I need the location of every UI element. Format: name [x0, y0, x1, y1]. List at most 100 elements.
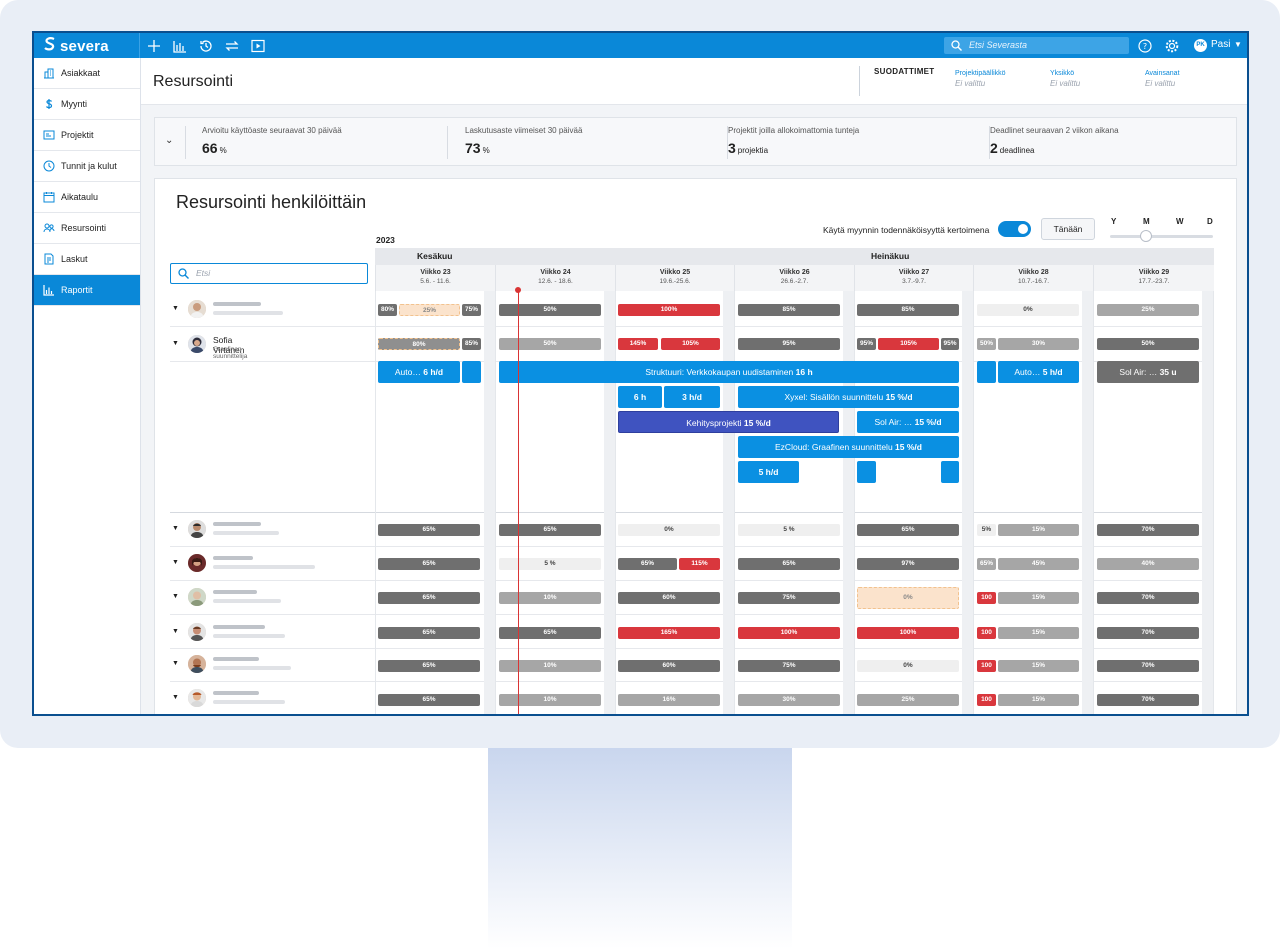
allocation-bar[interactable]: 10%	[499, 660, 601, 672]
zoom-label-y[interactable]: Y	[1111, 217, 1116, 226]
allocation-bar[interactable]: 65%	[618, 558, 677, 570]
task-block[interactable]: 3 h/d	[664, 386, 720, 408]
allocation-bar[interactable]: 65%	[738, 558, 840, 570]
allocation-bar[interactable]: 15%	[998, 694, 1079, 706]
allocation-bar[interactable]: 60%	[618, 660, 720, 672]
allocation-bar[interactable]: 95%	[941, 338, 959, 350]
zoom-label-m[interactable]: M	[1143, 217, 1150, 226]
today-button[interactable]: Tänään	[1041, 218, 1095, 240]
allocation-bar[interactable]: 65%	[378, 524, 480, 536]
task-block[interactable]: EzCloud: Graafinen suunnittelu 15 %/d	[738, 436, 959, 458]
task-block[interactable]: Auto… 6 h/d	[378, 361, 460, 383]
week-header[interactable]: Viikko 24 12.6. - 18.6.	[495, 265, 615, 291]
allocation-bar[interactable]: 65%	[499, 524, 601, 536]
allocation-bar[interactable]: 70%	[1097, 694, 1199, 706]
expand-caret-icon[interactable]: ▼	[172, 628, 179, 635]
plus-icon[interactable]	[146, 38, 162, 54]
brand-logo[interactable]: severa	[44, 37, 109, 55]
allocation-bar[interactable]: 100	[977, 592, 996, 604]
allocation-bar[interactable]: 80%	[378, 304, 397, 316]
week-header[interactable]: Viikko 28 10.7.-16.7.	[973, 265, 1093, 291]
task-block[interactable]	[941, 461, 959, 483]
expand-caret-icon[interactable]: ▼	[172, 593, 179, 600]
allocation-bar[interactable]: 70%	[1097, 524, 1199, 536]
expand-caret-icon[interactable]: ▼	[172, 694, 179, 701]
allocation-bar[interactable]: 15%	[998, 660, 1079, 672]
sidebar-item-asiakkaat[interactable]: Asiakkaat	[34, 58, 140, 89]
people-search-input[interactable]: Etsi	[170, 263, 368, 284]
allocation-bar[interactable]: 25%	[399, 304, 460, 316]
allocation-bar[interactable]: 45%	[998, 558, 1079, 570]
filter-yksikko[interactable]: Yksikkö Ei valittu	[1050, 70, 1080, 88]
task-block[interactable]: Struktuuri: Verkkokaupan uudistaminen 16…	[499, 361, 959, 383]
allocation-bar[interactable]: 5%	[977, 524, 996, 536]
allocation-bar[interactable]: 10%	[499, 694, 601, 706]
allocation-bar[interactable]: 85%	[462, 338, 481, 350]
allocation-bar[interactable]: 105%	[661, 338, 720, 350]
expand-caret-icon[interactable]: ▼	[172, 559, 179, 566]
task-block[interactable]	[857, 461, 876, 483]
task-block[interactable]: Sol Air: … 15 %/d	[857, 411, 959, 433]
task-block[interactable]: Xyxel: Sisällön suunnittelu 15 %/d	[738, 386, 959, 408]
task-block[interactable]: Auto… 5 h/d	[998, 361, 1079, 383]
allocation-bar[interactable]: 10%	[499, 592, 601, 604]
allocation-bar[interactable]: 15%	[998, 592, 1079, 604]
allocation-bar[interactable]: 75%	[738, 592, 840, 604]
history-icon[interactable]	[198, 38, 214, 54]
allocation-bar[interactable]: 85%	[738, 304, 840, 316]
allocation-bar[interactable]: 115%	[679, 558, 720, 570]
task-block[interactable]: Kehitysprojekti 15 %/d	[618, 411, 839, 433]
allocation-bar[interactable]: 65%	[977, 558, 996, 570]
allocation-bar[interactable]: 65%	[857, 524, 959, 536]
allocation-bar[interactable]: 25%	[857, 694, 959, 706]
allocation-bar[interactable]: 15%	[998, 524, 1079, 536]
week-header[interactable]: Viikko 27 3.7.-9.7.	[854, 265, 973, 291]
global-search-input[interactable]: Etsi Severasta	[944, 37, 1129, 54]
allocation-bar[interactable]: 25%	[1097, 304, 1199, 316]
zoom-slider-handle[interactable]	[1140, 230, 1152, 242]
allocation-bar[interactable]: 30%	[998, 338, 1079, 350]
sidebar-item-tunnit-ja-kulut[interactable]: Tunnit ja kulut	[34, 151, 140, 182]
allocation-bar[interactable]: 15%	[998, 627, 1079, 639]
allocation-bar[interactable]: 65%	[378, 694, 480, 706]
probability-toggle[interactable]	[998, 221, 1031, 237]
expand-caret-icon[interactable]: ▼	[172, 340, 179, 347]
allocation-bar[interactable]: 165%	[618, 627, 720, 639]
allocation-bar[interactable]: 70%	[1097, 627, 1199, 639]
allocation-bar[interactable]: 95%	[857, 338, 876, 350]
bar-chart-icon[interactable]	[172, 38, 188, 54]
allocation-bar[interactable]: 65%	[378, 660, 480, 672]
allocation-bar[interactable]: 50%	[1097, 338, 1199, 350]
user-name[interactable]: Pasi	[1211, 39, 1230, 50]
allocation-bar[interactable]: 80%	[378, 338, 460, 350]
task-block[interactable]: 5 h/d	[738, 461, 799, 483]
allocation-bar[interactable]: 65%	[378, 592, 480, 604]
allocation-bar[interactable]: 5 %	[499, 558, 601, 570]
allocation-bar[interactable]: 70%	[1097, 592, 1199, 604]
sidebar-item-resursointi[interactable]: Resursointi	[34, 213, 140, 244]
sidebar-item-myynti[interactable]: Myynti	[34, 89, 140, 120]
filter-avainsanat[interactable]: Avainsanat Ei valittu	[1145, 70, 1180, 88]
zoom-slider[interactable]	[1110, 235, 1213, 238]
sidebar-item-aikataulu[interactable]: Aikataulu	[34, 182, 140, 213]
zoom-label-w[interactable]: W	[1176, 217, 1184, 226]
collapse-chevron-icon[interactable]: ⌄	[165, 135, 173, 146]
allocation-bar[interactable]: 100%	[857, 627, 959, 639]
task-block[interactable]: Sol Air: … 35 u	[1097, 361, 1199, 383]
allocation-bar[interactable]: 0%	[618, 524, 720, 536]
allocation-bar[interactable]: 100	[977, 660, 996, 672]
allocation-bar[interactable]: 60%	[618, 592, 720, 604]
expand-caret-icon[interactable]: ▼	[172, 525, 179, 532]
allocation-bar[interactable]: 100	[977, 627, 996, 639]
allocation-bar[interactable]: 40%	[1097, 558, 1199, 570]
allocation-bar[interactable]: 30%	[738, 694, 840, 706]
expand-caret-icon[interactable]: ▼	[172, 660, 179, 667]
allocation-bar[interactable]: 75%	[462, 304, 481, 316]
filter-projektipaallikko[interactable]: Projektipäällikkö Ei valittu	[955, 70, 1006, 88]
settings-gear-icon[interactable]	[1164, 38, 1180, 54]
week-header[interactable]: Viikko 23 5.6. - 11.6.	[375, 265, 495, 291]
week-header[interactable]: Viikko 25 19.6.-25.6.	[615, 265, 734, 291]
task-block[interactable]	[462, 361, 481, 383]
chevron-down-icon[interactable]: ▼	[1234, 40, 1242, 49]
allocation-bar[interactable]: 100	[977, 694, 996, 706]
